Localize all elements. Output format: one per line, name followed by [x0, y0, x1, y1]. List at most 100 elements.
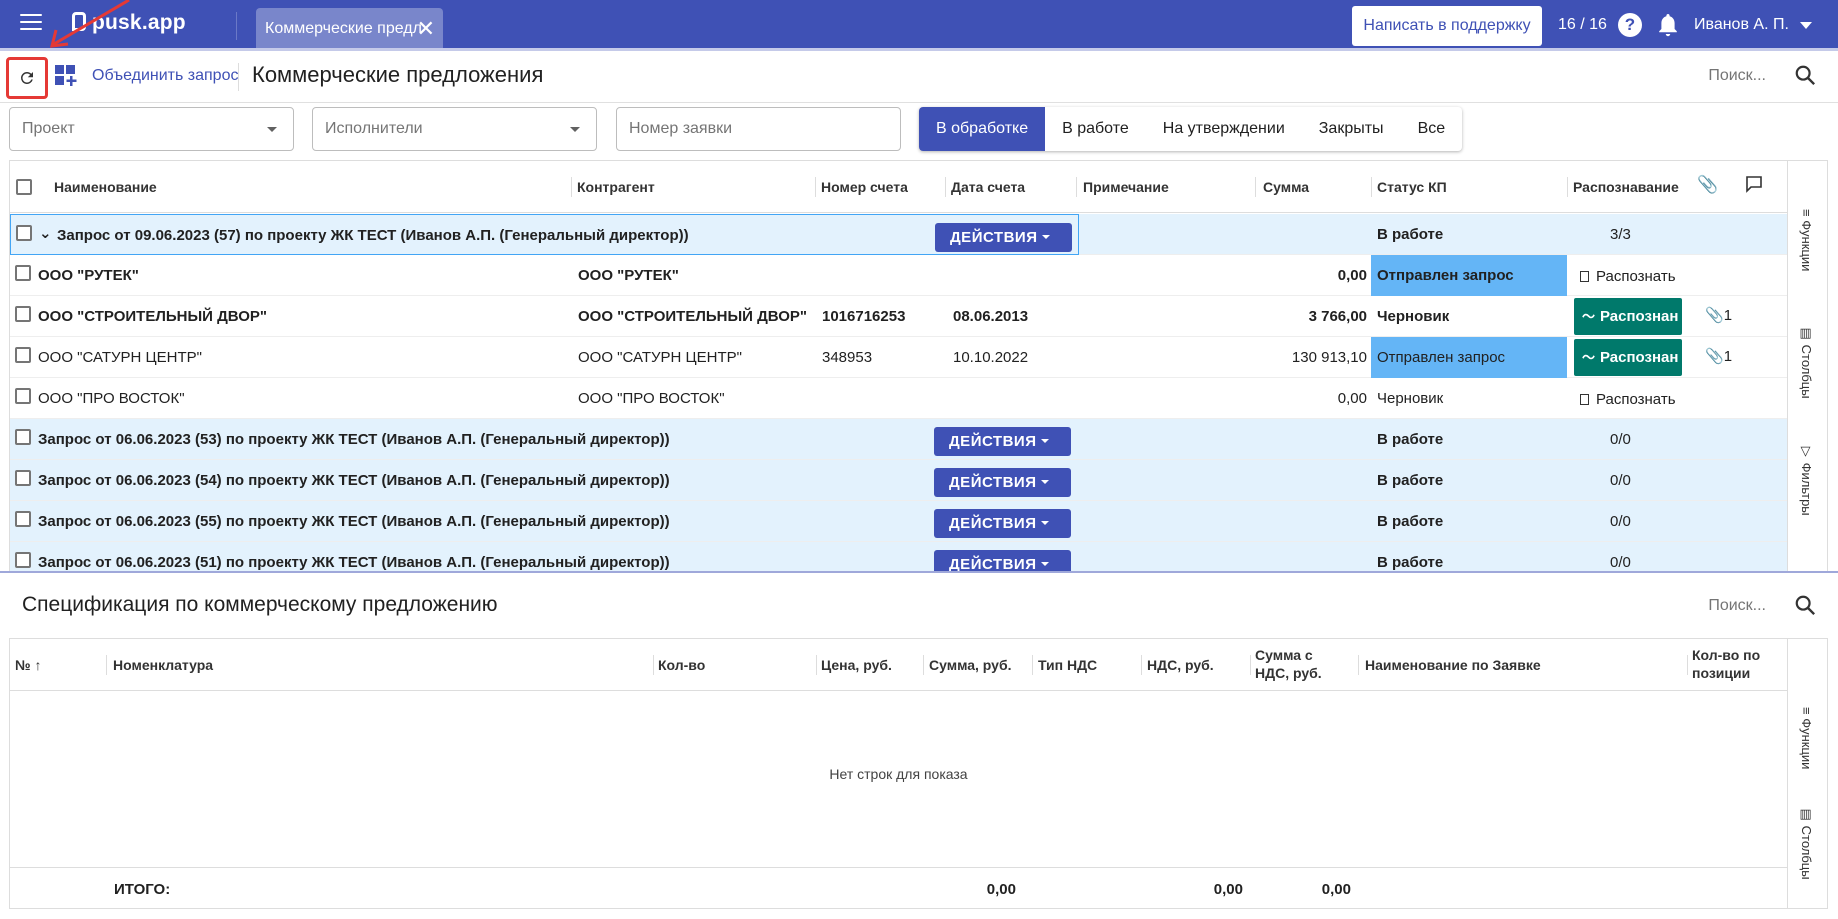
signature-icon: 〜: [1582, 309, 1596, 324]
col-number[interactable]: № ↑: [15, 656, 42, 674]
executors-select[interactable]: Исполнители: [312, 107, 597, 151]
attachments[interactable]: 📎1: [1705, 306, 1732, 324]
side-functions[interactable]: ≡ Функции: [1799, 209, 1814, 271]
row-contractor: ООО "РУТЕК": [578, 267, 679, 284]
row-checkbox[interactable]: [15, 388, 31, 404]
section-title: Спецификация по коммерческому предложени…: [22, 593, 498, 616]
chevron-down-icon[interactable]: [1800, 22, 1812, 29]
tab-in-processing[interactable]: В обработке: [919, 107, 1046, 151]
recognize-button[interactable]: Распознать: [1580, 391, 1676, 408]
row-status: В работе: [1377, 226, 1444, 243]
document-icon: [1580, 394, 1589, 405]
row-status: В работе: [1377, 554, 1444, 571]
col-name-by-request[interactable]: Наименование по Заявке: [1365, 656, 1541, 674]
actions-button[interactable]: ДЕЙСТВИЯ: [935, 223, 1072, 252]
paperclip-icon[interactable]: 📎: [1697, 175, 1718, 195]
row-checkbox[interactable]: [16, 225, 32, 241]
add-grid-icon[interactable]: [55, 65, 77, 92]
side-columns[interactable]: ▥ Столбцы: [1799, 807, 1814, 880]
row-contractor: ООО "ПРО ВОСТОК": [578, 390, 725, 407]
search-icon[interactable]: [1794, 64, 1816, 86]
col-sum-with-vat[interactable]: Сумма с НДС, руб.: [1255, 646, 1339, 682]
row-checkbox[interactable]: [15, 470, 31, 486]
offers-grid: Наименование Контрагент Номер счета Дата…: [9, 160, 1828, 572]
col-vat-type[interactable]: Тип НДС: [1038, 656, 1097, 674]
row-recognition: 0/0: [1610, 431, 1631, 448]
divider: [571, 177, 572, 197]
refresh-button[interactable]: [6, 57, 48, 99]
col-qty-by-position[interactable]: Кол-во по позиции: [1692, 646, 1778, 682]
side-functions[interactable]: ≡ Функции: [1799, 707, 1814, 769]
row-checkbox[interactable]: [15, 347, 31, 363]
comment-icon[interactable]: [1745, 175, 1763, 196]
search-input[interactable]: Поиск...: [1708, 67, 1766, 85]
col-note[interactable]: Примечание: [1083, 179, 1169, 195]
table-row[interactable]: Запрос от 06.06.2023 (55) по проекту ЖК …: [10, 501, 1787, 542]
actions-button[interactable]: ДЕЙСТВИЯ: [934, 427, 1071, 456]
col-vat[interactable]: НДС, руб.: [1147, 656, 1214, 674]
recognize-button[interactable]: Распознать: [1580, 268, 1676, 285]
row-status: В работе: [1377, 513, 1444, 530]
row-checkbox[interactable]: [15, 265, 31, 281]
table-row[interactable]: ООО "ПРО ВОСТОК" ООО "ПРО ВОСТОК" 0,00 Ч…: [10, 378, 1787, 419]
project-select[interactable]: Проект: [9, 107, 294, 151]
recognized-button[interactable]: 〜 Распознан: [1574, 298, 1682, 335]
divider: [1250, 655, 1251, 675]
row-status: Черновик: [1377, 390, 1444, 407]
col-price[interactable]: Цена, руб.: [821, 656, 892, 674]
actions-button[interactable]: ДЕЙСТВИЯ: [934, 468, 1071, 497]
col-sum[interactable]: Сумма, руб.: [929, 656, 1012, 674]
search-icon[interactable]: [1794, 594, 1816, 616]
divider: [1687, 655, 1688, 675]
user-name[interactable]: Иванов А. П.: [1694, 16, 1789, 34]
panel-splitter[interactable]: [0, 571, 1838, 573]
table-row[interactable]: ⌄ Запрос от 09.06.2023 (57) по проекту Ж…: [10, 214, 1079, 255]
row-checkbox[interactable]: [15, 511, 31, 527]
col-status[interactable]: Статус КП: [1377, 179, 1447, 195]
col-sum[interactable]: Сумма: [1263, 179, 1309, 195]
close-icon[interactable]: ✕: [417, 8, 435, 49]
help-icon[interactable]: ?: [1618, 13, 1642, 37]
merge-request-link[interactable]: Объединить запрос: [92, 67, 238, 85]
divider: [1255, 177, 1256, 197]
search-input[interactable]: Поиск...: [1708, 597, 1766, 615]
col-name[interactable]: Наименование: [54, 179, 157, 195]
tab-all[interactable]: Все: [1401, 107, 1463, 151]
table-row[interactable]: ООО "САТУРН ЦЕНТР" ООО "САТУРН ЦЕНТР" 34…: [10, 337, 1787, 378]
support-button[interactable]: Написать в поддержку: [1352, 6, 1542, 46]
tab-closed[interactable]: Закрыты: [1302, 107, 1401, 151]
col-recognition[interactable]: Распознавание: [1573, 179, 1679, 195]
request-number-input[interactable]: Номер заявки: [616, 107, 901, 151]
recognized-button[interactable]: 〜 Распознан: [1574, 339, 1682, 376]
row-checkbox[interactable]: [15, 429, 31, 445]
row-date: 08.06.2013: [953, 308, 1029, 325]
table-row[interactable]: ООО "СТРОИТЕЛЬНЫЙ ДВОР" ООО "СТРОИТЕЛЬНЫ…: [10, 296, 1787, 337]
col-qty[interactable]: Кол-во: [658, 656, 705, 674]
bell-icon[interactable]: [1656, 12, 1680, 38]
actions-button[interactable]: ДЕЙСТВИЯ: [934, 509, 1071, 538]
select-all-checkbox[interactable]: [16, 179, 32, 195]
tab-commercial-offers[interactable]: Коммерческие предл ✕: [256, 8, 443, 49]
row-checkbox[interactable]: [15, 552, 31, 568]
spec-grid: № ↑ Номенклатура Кол-во Цена, руб. Сумма…: [9, 638, 1828, 909]
col-nomenclature[interactable]: Номенклатура: [113, 656, 213, 674]
tab-on-approval[interactable]: На утверждении: [1146, 107, 1302, 151]
col-contractor[interactable]: Контрагент: [577, 179, 655, 195]
attachments[interactable]: 📎1: [1705, 347, 1732, 365]
menu-icon[interactable]: [20, 14, 42, 32]
counter-badge: 16 / 16: [1558, 16, 1607, 33]
expand-chevron-icon[interactable]: ⌄: [39, 224, 52, 242]
col-invoice-number[interactable]: Номер счета: [821, 179, 908, 195]
table-row[interactable]: Запрос от 06.06.2023 (53) по проекту ЖК …: [10, 419, 1787, 460]
table-row[interactable]: Запрос от 06.06.2023 (54) по проекту ЖК …: [10, 460, 1787, 501]
side-columns[interactable]: ▥ Столбцы: [1799, 326, 1814, 399]
actions-button[interactable]: ДЕЙСТВИЯ: [934, 550, 1071, 571]
row-recognition: 0/0: [1610, 472, 1631, 489]
table-row[interactable]: ООО "РУТЕК" ООО "РУТЕК" 0,00 Отправлен з…: [10, 255, 1787, 296]
row-checkbox[interactable]: [15, 306, 31, 322]
tab-in-work[interactable]: В работе: [1045, 107, 1146, 151]
paperclip-icon: 📎: [1705, 348, 1724, 365]
side-filters[interactable]: ▽ Фильтры: [1799, 444, 1814, 516]
col-invoice-date[interactable]: Дата счета: [951, 179, 1025, 195]
table-row[interactable]: Запрос от 06.06.2023 (51) по проекту ЖК …: [10, 542, 1787, 571]
